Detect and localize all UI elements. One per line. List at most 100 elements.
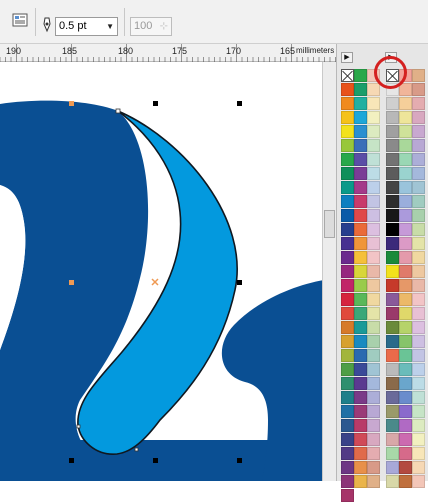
color-swatch[interactable]: [354, 363, 367, 376]
color-swatch[interactable]: [399, 475, 412, 488]
color-swatch[interactable]: [399, 405, 412, 418]
curve-node[interactable]: [76, 424, 81, 429]
color-swatch[interactable]: [341, 97, 354, 110]
color-swatch[interactable]: [341, 489, 354, 502]
color-swatch[interactable]: [399, 307, 412, 320]
color-swatch[interactable]: [367, 237, 380, 250]
color-swatch[interactable]: [341, 419, 354, 432]
color-swatch[interactable]: [399, 363, 412, 376]
color-swatch[interactable]: [367, 83, 380, 96]
color-swatch[interactable]: [354, 433, 367, 446]
color-swatch[interactable]: [341, 181, 354, 194]
color-swatch[interactable]: [399, 209, 412, 222]
color-swatch[interactable]: [412, 335, 425, 348]
curve-node[interactable]: [134, 447, 139, 452]
color-swatch[interactable]: [399, 181, 412, 194]
color-swatch[interactable]: [386, 97, 399, 110]
color-swatch[interactable]: [386, 279, 399, 292]
color-swatch[interactable]: [341, 111, 354, 124]
color-swatch[interactable]: [399, 195, 412, 208]
object-properties-icon[interactable]: [12, 12, 28, 28]
color-swatch[interactable]: [341, 391, 354, 404]
color-swatch[interactable]: [399, 97, 412, 110]
color-swatch[interactable]: [354, 139, 367, 152]
color-swatch[interactable]: [341, 447, 354, 460]
color-swatch[interactable]: [412, 237, 425, 250]
color-swatch[interactable]: [341, 405, 354, 418]
horizontal-ruler[interactable]: 190 185 180 175 170 165 millimeters: [0, 44, 336, 62]
color-swatch[interactable]: [399, 265, 412, 278]
color-swatch[interactable]: [386, 447, 399, 460]
color-swatch[interactable]: [412, 139, 425, 152]
color-swatch[interactable]: [399, 377, 412, 390]
color-swatch[interactable]: [386, 377, 399, 390]
color-swatch[interactable]: [341, 83, 354, 96]
color-swatch[interactable]: [367, 433, 380, 446]
dropdown-arrow-icon[interactable]: ▼: [106, 18, 114, 35]
color-swatch[interactable]: [412, 405, 425, 418]
color-swatch[interactable]: [386, 265, 399, 278]
color-swatch[interactable]: [386, 111, 399, 124]
color-swatch[interactable]: [354, 349, 367, 362]
color-swatch[interactable]: [412, 181, 425, 194]
color-swatch[interactable]: [386, 251, 399, 264]
color-swatch[interactable]: [341, 125, 354, 138]
color-swatch[interactable]: [354, 419, 367, 432]
color-swatch[interactable]: [412, 363, 425, 376]
color-swatch[interactable]: [341, 363, 354, 376]
color-swatch[interactable]: [399, 419, 412, 432]
color-swatch[interactable]: [367, 167, 380, 180]
color-swatch[interactable]: [341, 237, 354, 250]
color-swatch[interactable]: [412, 447, 425, 460]
color-swatch[interactable]: [354, 307, 367, 320]
color-swatch[interactable]: [341, 265, 354, 278]
color-swatch[interactable]: [354, 125, 367, 138]
color-swatch[interactable]: [354, 265, 367, 278]
color-swatch[interactable]: [341, 153, 354, 166]
color-swatch[interactable]: [367, 97, 380, 110]
color-swatch[interactable]: [412, 307, 425, 320]
color-swatch[interactable]: [341, 139, 354, 152]
color-swatch[interactable]: [354, 237, 367, 250]
color-swatch[interactable]: [412, 293, 425, 306]
color-swatch[interactable]: [341, 279, 354, 292]
color-swatch[interactable]: [412, 321, 425, 334]
color-swatch[interactable]: [354, 195, 367, 208]
color-swatch[interactable]: [386, 195, 399, 208]
curve-node[interactable]: [115, 108, 121, 114]
color-swatch[interactable]: [367, 125, 380, 138]
color-swatch[interactable]: [367, 293, 380, 306]
color-swatch[interactable]: [412, 349, 425, 362]
color-swatch[interactable]: [354, 447, 367, 460]
color-swatch[interactable]: [412, 251, 425, 264]
color-swatch[interactable]: [341, 321, 354, 334]
color-swatch[interactable]: [399, 223, 412, 236]
color-swatch[interactable]: [367, 307, 380, 320]
orange-node-middle[interactable]: [69, 280, 74, 285]
color-swatch[interactable]: [354, 181, 367, 194]
color-swatch[interactable]: [341, 307, 354, 320]
color-swatch[interactable]: [412, 461, 425, 474]
color-swatch[interactable]: [399, 461, 412, 474]
color-swatch[interactable]: [386, 363, 399, 376]
color-swatch[interactable]: [341, 195, 354, 208]
numeric-value-field[interactable]: 100 ⊹: [130, 17, 172, 36]
color-swatch[interactable]: [386, 293, 399, 306]
color-swatch[interactable]: [386, 461, 399, 474]
color-swatch[interactable]: [341, 335, 354, 348]
color-swatch[interactable]: [386, 475, 399, 488]
color-swatch[interactable]: [354, 209, 367, 222]
color-swatch[interactable]: [354, 251, 367, 264]
color-swatch[interactable]: [412, 223, 425, 236]
orange-node-top[interactable]: [69, 101, 74, 106]
color-swatch[interactable]: [354, 279, 367, 292]
color-swatch[interactable]: [354, 391, 367, 404]
color-swatch[interactable]: [399, 237, 412, 250]
color-swatch[interactable]: [367, 405, 380, 418]
color-swatch[interactable]: [367, 335, 380, 348]
color-swatch[interactable]: [367, 447, 380, 460]
color-swatch[interactable]: [412, 195, 425, 208]
color-swatch[interactable]: [354, 97, 367, 110]
color-swatch[interactable]: [412, 167, 425, 180]
palette-flyout-button[interactable]: ▶: [341, 52, 353, 63]
